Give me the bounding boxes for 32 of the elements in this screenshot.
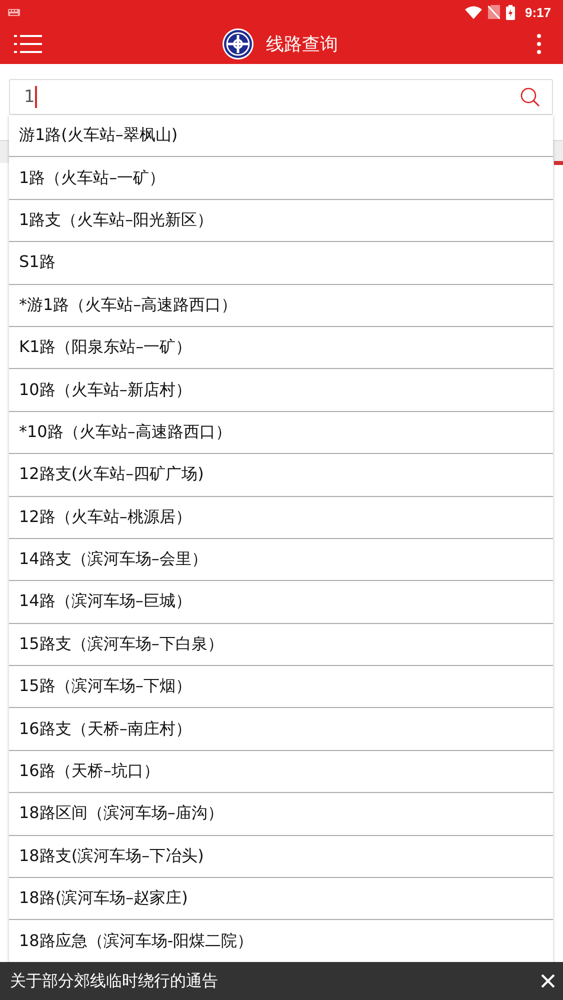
battery-icon bbox=[506, 4, 515, 20]
suggestion-item[interactable]: 18路区间（滨河车场–庙沟） bbox=[9, 793, 553, 836]
suggestion-item[interactable]: S1路 bbox=[9, 242, 553, 285]
logo-icon bbox=[222, 28, 254, 60]
search-field[interactable]: 1 bbox=[9, 79, 553, 115]
no-sim-icon bbox=[488, 5, 500, 19]
suggestion-item[interactable]: 游1路(火车站–翠枫山) bbox=[9, 115, 553, 158]
wifi-icon bbox=[464, 6, 482, 18]
suggestion-item[interactable]: 14路（滨河车场–巨城） bbox=[9, 581, 553, 624]
suggestion-item[interactable]: 16路支（天桥–南庄村） bbox=[9, 708, 553, 751]
keyboard-icon bbox=[8, 8, 20, 16]
suggestion-item[interactable]: 18路(滨河车场–赵家庄) bbox=[9, 878, 553, 920]
suggestion-item[interactable]: 15路支（滨河车场–下白泉） bbox=[9, 624, 553, 666]
tab-indicator bbox=[554, 161, 563, 165]
menu-icon[interactable] bbox=[14, 34, 42, 54]
page-title: 线路查询 bbox=[266, 33, 338, 56]
suggestion-item[interactable]: 10路（火车站–新店村） bbox=[9, 369, 553, 412]
close-icon[interactable] bbox=[541, 974, 555, 988]
suggestion-item[interactable]: 12路支(火车站–四矿广场) bbox=[9, 454, 553, 497]
suggestion-item[interactable]: 14路支（滨河车场–会里） bbox=[9, 538, 553, 582]
suggestion-item[interactable]: 1路支（火车站–阳光新区） bbox=[9, 200, 553, 242]
suggestion-item[interactable]: *10路（火车站–高速路西口） bbox=[9, 412, 553, 454]
suggestion-item[interactable]: 18路支(滨河车场–下冶头) bbox=[9, 836, 553, 878]
status-time: 9:17 bbox=[524, 4, 551, 20]
search-icon[interactable] bbox=[520, 87, 540, 107]
suggestion-item[interactable]: 12路（火车站–桃源居） bbox=[9, 496, 553, 539]
more-options-icon[interactable] bbox=[537, 34, 541, 54]
suggestion-item[interactable]: 15路（滨河车场–下烟） bbox=[9, 666, 553, 708]
suggestion-item[interactable]: K1路（阳泉东站–一矿） bbox=[9, 326, 553, 370]
suggestion-item[interactable]: 1路（火车站–一矿） bbox=[9, 157, 553, 200]
suggestion-item[interactable]: 16路（天桥–坑口） bbox=[9, 750, 553, 794]
suggestion-item[interactable]: *游1路（火车站–高速路西口） bbox=[9, 284, 553, 327]
